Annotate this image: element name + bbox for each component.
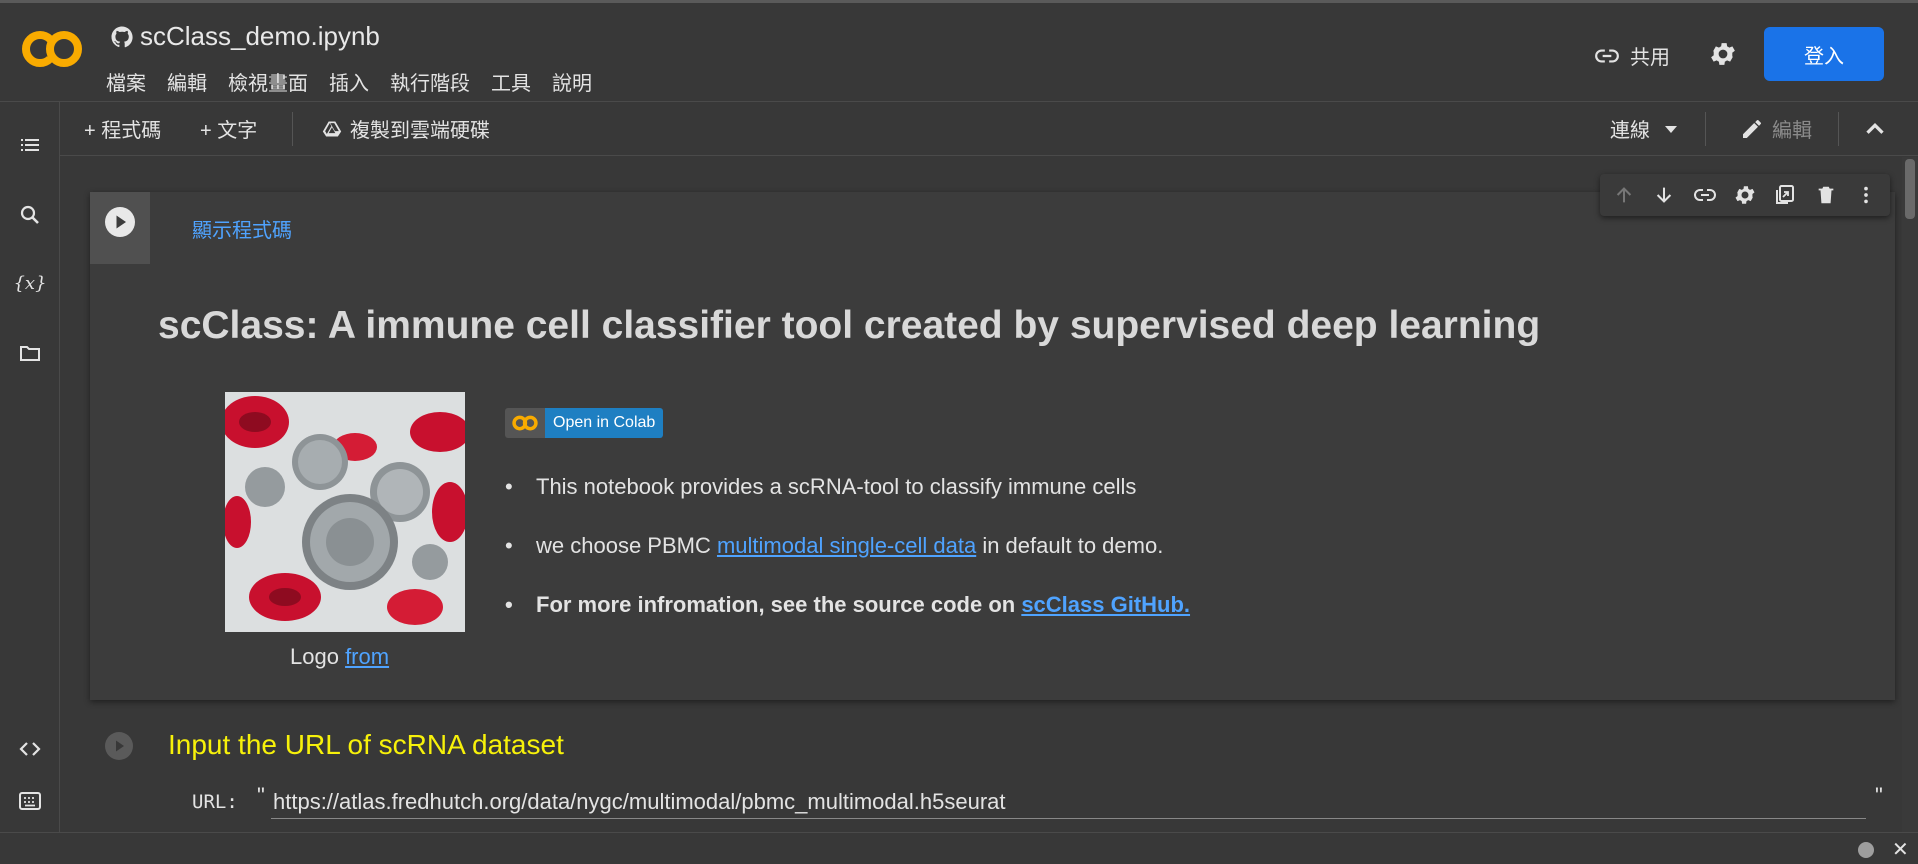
status-bar: ✕ <box>0 832 1918 864</box>
copy-to-drive-button[interactable]: 複製到雲端硬碟 <box>322 114 490 143</box>
dropdown-caret-icon[interactable] <box>1664 124 1678 134</box>
variables-icon[interactable]: {x} <box>13 270 46 296</box>
table-of-contents-icon[interactable] <box>17 132 43 158</box>
search-icon[interactable] <box>17 202 43 228</box>
menu-help[interactable]: 說明 <box>552 67 592 96</box>
logo-caption-text: Logo <box>290 644 346 669</box>
notebook-toolbar: + 程式碼 + 文字 複製到雲端硬碟 連線 編輯 <box>60 102 1918 156</box>
toolbar-divider <box>1705 112 1706 146</box>
terminal-icon[interactable] <box>17 788 43 814</box>
status-indicator-icon[interactable] <box>1858 842 1874 858</box>
top-header: scClass_demo.ipynb 檔案 編輯 檢視畫面 插入 執行階段 工具… <box>0 0 1918 102</box>
more-vert-icon[interactable] <box>1853 182 1879 208</box>
code-snippets-icon[interactable] <box>17 736 43 762</box>
menu-file[interactable]: 檔案 <box>106 67 146 96</box>
cell-gutter <box>90 192 150 264</box>
link-icon <box>1595 49 1619 62</box>
url-open-quote: " <box>257 783 265 808</box>
cell-toolbar <box>1600 174 1890 216</box>
bullet-text: in default to demo. <box>976 533 1164 558</box>
run-cell-icon[interactable] <box>104 206 136 238</box>
arrow-down-icon[interactable] <box>1651 182 1677 208</box>
run-form-cell-icon[interactable] <box>104 731 134 761</box>
colab-logo[interactable] <box>20 29 84 69</box>
toolbar-divider <box>292 112 293 146</box>
menu-insert[interactable]: 插入 <box>329 67 369 96</box>
cell-heading: scClass: A immune cell classifier tool c… <box>158 304 1541 347</box>
menu-runtime[interactable]: 執行階段 <box>390 67 470 96</box>
toolbar-divider <box>1838 112 1839 146</box>
share-button[interactable]: 共用 <box>1594 41 1670 70</box>
menu-tools[interactable]: 工具 <box>491 67 531 96</box>
link-icon[interactable] <box>1692 182 1718 208</box>
gear-icon[interactable] <box>1732 182 1758 208</box>
github-icon <box>111 26 133 47</box>
colab-badge-logo-icon <box>505 408 545 438</box>
files-folder-icon[interactable] <box>17 340 43 366</box>
notebook-main: 顯示程式碼 scClass: A immune cell classifier … <box>61 157 1901 832</box>
add-code-button[interactable]: + 程式碼 <box>84 114 161 143</box>
show-code-link[interactable]: 顯示程式碼 <box>192 214 292 243</box>
trash-icon[interactable] <box>1813 182 1839 208</box>
url-label: URL: <box>192 791 238 813</box>
connect-label: 連線 <box>1610 120 1650 142</box>
login-button[interactable]: 登入 <box>1764 27 1884 81</box>
logo-caption: Logo from <box>290 644 389 670</box>
connect-button[interactable]: 連線 <box>1610 114 1678 143</box>
notebook-name[interactable]: scClass_demo.ipynb <box>140 21 380 52</box>
add-text-button[interactable]: + 文字 <box>200 114 257 143</box>
colab-badge-label: Open in Colab <box>545 408 664 438</box>
notebook-title[interactable]: scClass_demo.ipynb <box>110 21 380 52</box>
github-source-link[interactable]: scClass GitHub. <box>1021 592 1190 617</box>
url-input[interactable] <box>271 785 1866 819</box>
bullet-text: For more infromation, see the source cod… <box>536 592 1022 617</box>
list-item: For more infromation, see the source cod… <box>505 592 1190 618</box>
menu-edit[interactable]: 編輯 <box>167 67 207 96</box>
share-label: 共用 <box>1630 47 1670 69</box>
bullet-text: This notebook provides a scRNA-tool to c… <box>536 474 1137 499</box>
logo-source-link[interactable]: from <box>345 644 389 669</box>
description-list: This notebook provides a scRNA-tool to c… <box>505 474 1190 651</box>
menu-bar: 檔案 編輯 檢視畫面 插入 執行階段 工具 說明 <box>106 67 592 96</box>
list-item: we choose PBMC multimodal single-cell da… <box>505 533 1190 559</box>
arrow-up-icon[interactable] <box>1611 182 1637 208</box>
left-sidebar: {x} <box>0 102 60 832</box>
close-icon[interactable]: ✕ <box>1892 837 1909 862</box>
url-close-quote: " <box>1875 783 1883 808</box>
mirror-cell-icon[interactable] <box>1772 182 1798 208</box>
open-in-colab-badge[interactable]: Open in Colab <box>505 408 664 438</box>
colab-app: scClass_demo.ipynb 檔案 編輯 檢視畫面 插入 執行階段 工具… <box>0 0 1918 864</box>
text-cell[interactable]: 顯示程式碼 scClass: A immune cell classifier … <box>90 174 1895 700</box>
scrollbar-thumb[interactable] <box>1905 159 1915 219</box>
form-title: Input the URL of scRNA dataset <box>168 729 564 760</box>
copy-to-drive-label: 複製到雲端硬碟 <box>350 120 490 142</box>
menu-view[interactable]: 檢視畫面 <box>228 67 308 96</box>
chevron-up-icon[interactable] <box>1860 114 1890 144</box>
edit-mode-label: 編輯 <box>1772 120 1812 142</box>
blood-cells-image <box>225 392 465 632</box>
edit-mode-button[interactable]: 編輯 <box>1740 114 1812 143</box>
list-item: This notebook provides a scRNA-tool to c… <box>505 474 1190 500</box>
vertical-scrollbar[interactable] <box>1902 157 1918 832</box>
pencil-icon <box>1743 119 1761 138</box>
multimodal-data-link[interactable]: multimodal single-cell data <box>717 533 976 558</box>
bullet-text: we choose PBMC <box>536 533 717 558</box>
settings-gear-icon[interactable] <box>1708 39 1738 69</box>
drive-icon <box>322 121 342 136</box>
